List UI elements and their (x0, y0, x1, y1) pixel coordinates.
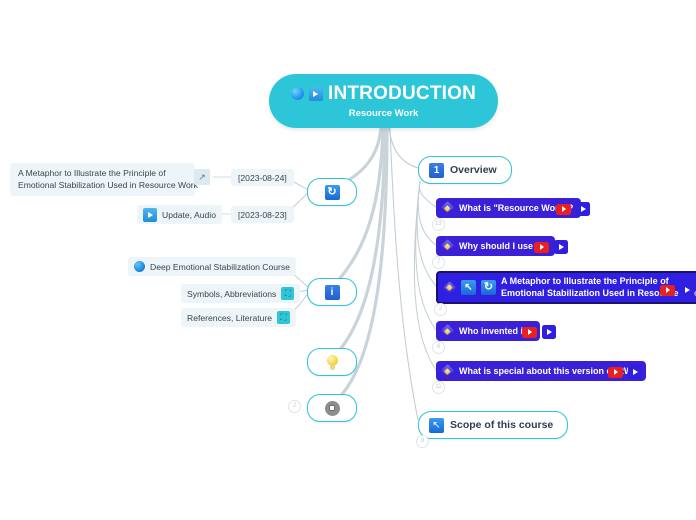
root-node[interactable]: INTRODUCTION Resource Work (269, 74, 498, 128)
page-title: INTRODUCTION (327, 82, 477, 104)
branch-label-overview: Overview (450, 164, 497, 176)
badge-row-4 (522, 325, 556, 339)
play-icon (143, 207, 157, 222)
collapse-count-1[interactable]: 13 (432, 218, 445, 231)
left-note-line2: Emotional Stabilization Used in Resource… (18, 179, 198, 190)
youtube-badge[interactable] (522, 326, 537, 338)
arrow-expand-icon: ↖ (429, 417, 444, 433)
left-note-line1: A Metaphor to Illustrate the Principle o… (18, 168, 166, 178)
branch-node-scope[interactable]: ↖ Scope of this course (418, 411, 569, 439)
play-badge[interactable] (554, 240, 568, 254)
mindmap-canvas: INTRODUCTION Resource Work ↻ i 2 1 Overv… (0, 0, 696, 520)
root-subtitle: Resource Work (348, 107, 419, 119)
topic-node-metaphor-selected[interactable]: ↖ ↻ A Metaphor to Illustrate the Princip… (436, 271, 696, 304)
left-chip-symbols[interactable]: Symbols, Abbreviations ⛶ (181, 284, 301, 303)
youtube-badge[interactable] (534, 241, 549, 253)
left-note-metaphor[interactable]: A Metaphor to Illustrate the Principle o… (10, 163, 198, 196)
gem-icon (443, 281, 456, 294)
left-chip-label: References, Literature (187, 312, 273, 323)
arrow-expand-icon: ↖ (461, 280, 476, 295)
collapse-count-3[interactable]: 2 (434, 303, 447, 316)
topic-label: Who invented it? (459, 326, 532, 336)
sync-icon: ↻ (324, 184, 340, 200)
spine-node-target[interactable] (307, 394, 357, 422)
target-icon (324, 400, 340, 416)
youtube-badge[interactable] (556, 203, 571, 215)
gem-icon (441, 202, 454, 215)
left-chip-update-audio[interactable]: Update, Audio (137, 205, 222, 224)
sync-icon: ↻ (481, 280, 496, 295)
collapse-count-target[interactable]: 2 (288, 400, 301, 413)
play-badge[interactable] (576, 202, 590, 216)
external-link-icon[interactable]: ↗ (194, 169, 210, 185)
gem-icon (441, 325, 454, 338)
left-chip-label: Symbols, Abbreviations (187, 288, 277, 299)
badge-row-3 (660, 283, 694, 297)
blue-dot-icon (134, 261, 145, 272)
lightbulb-icon (326, 354, 338, 370)
spine-node-info[interactable]: i (307, 278, 357, 306)
badge-row-2 (534, 240, 568, 254)
badge-row-1 (556, 202, 590, 216)
branch-node-overview[interactable]: 1 Overview (418, 156, 512, 184)
youtube-badge[interactable] (660, 284, 675, 296)
badge-row-5 (608, 365, 642, 379)
play-badge[interactable] (628, 365, 642, 379)
collapse-count-scope[interactable]: 8 (416, 435, 429, 448)
left-chip-references[interactable]: References, Literature ⛶ (181, 308, 297, 327)
expand-icon: ⛶ (281, 287, 295, 300)
spine-node-sync[interactable]: ↻ (307, 178, 357, 206)
left-chip-label: Update, Audio (162, 209, 216, 220)
info-icon: i (324, 284, 340, 300)
collapse-count-2[interactable]: 7 (432, 256, 445, 269)
gem-icon (441, 365, 454, 378)
gem-icon (441, 240, 454, 253)
play-badge[interactable] (542, 325, 556, 339)
collapse-count-5[interactable]: 11 (432, 381, 445, 394)
branch-label-scope: Scope of this course (450, 419, 554, 431)
number-one-icon: 1 (429, 162, 444, 178)
youtube-badge[interactable] (608, 366, 623, 378)
left-chip-course[interactable]: Deep Emotional Stabilization Course (128, 257, 296, 276)
sphere-icon (290, 87, 304, 100)
date-chip-metaphor[interactable]: [2023-08-24] (231, 169, 294, 186)
play-icon (308, 86, 323, 101)
collapse-count-4[interactable]: 6 (432, 341, 445, 354)
play-badge[interactable] (680, 283, 694, 297)
root-title-row: INTRODUCTION (290, 82, 477, 104)
date-chip-update-audio[interactable]: [2023-08-23] (231, 206, 294, 223)
expand-icon: ⛶ (277, 311, 291, 324)
spine-node-idea[interactable] (307, 348, 357, 376)
left-chip-label: Deep Emotional Stabilization Course (150, 261, 290, 272)
